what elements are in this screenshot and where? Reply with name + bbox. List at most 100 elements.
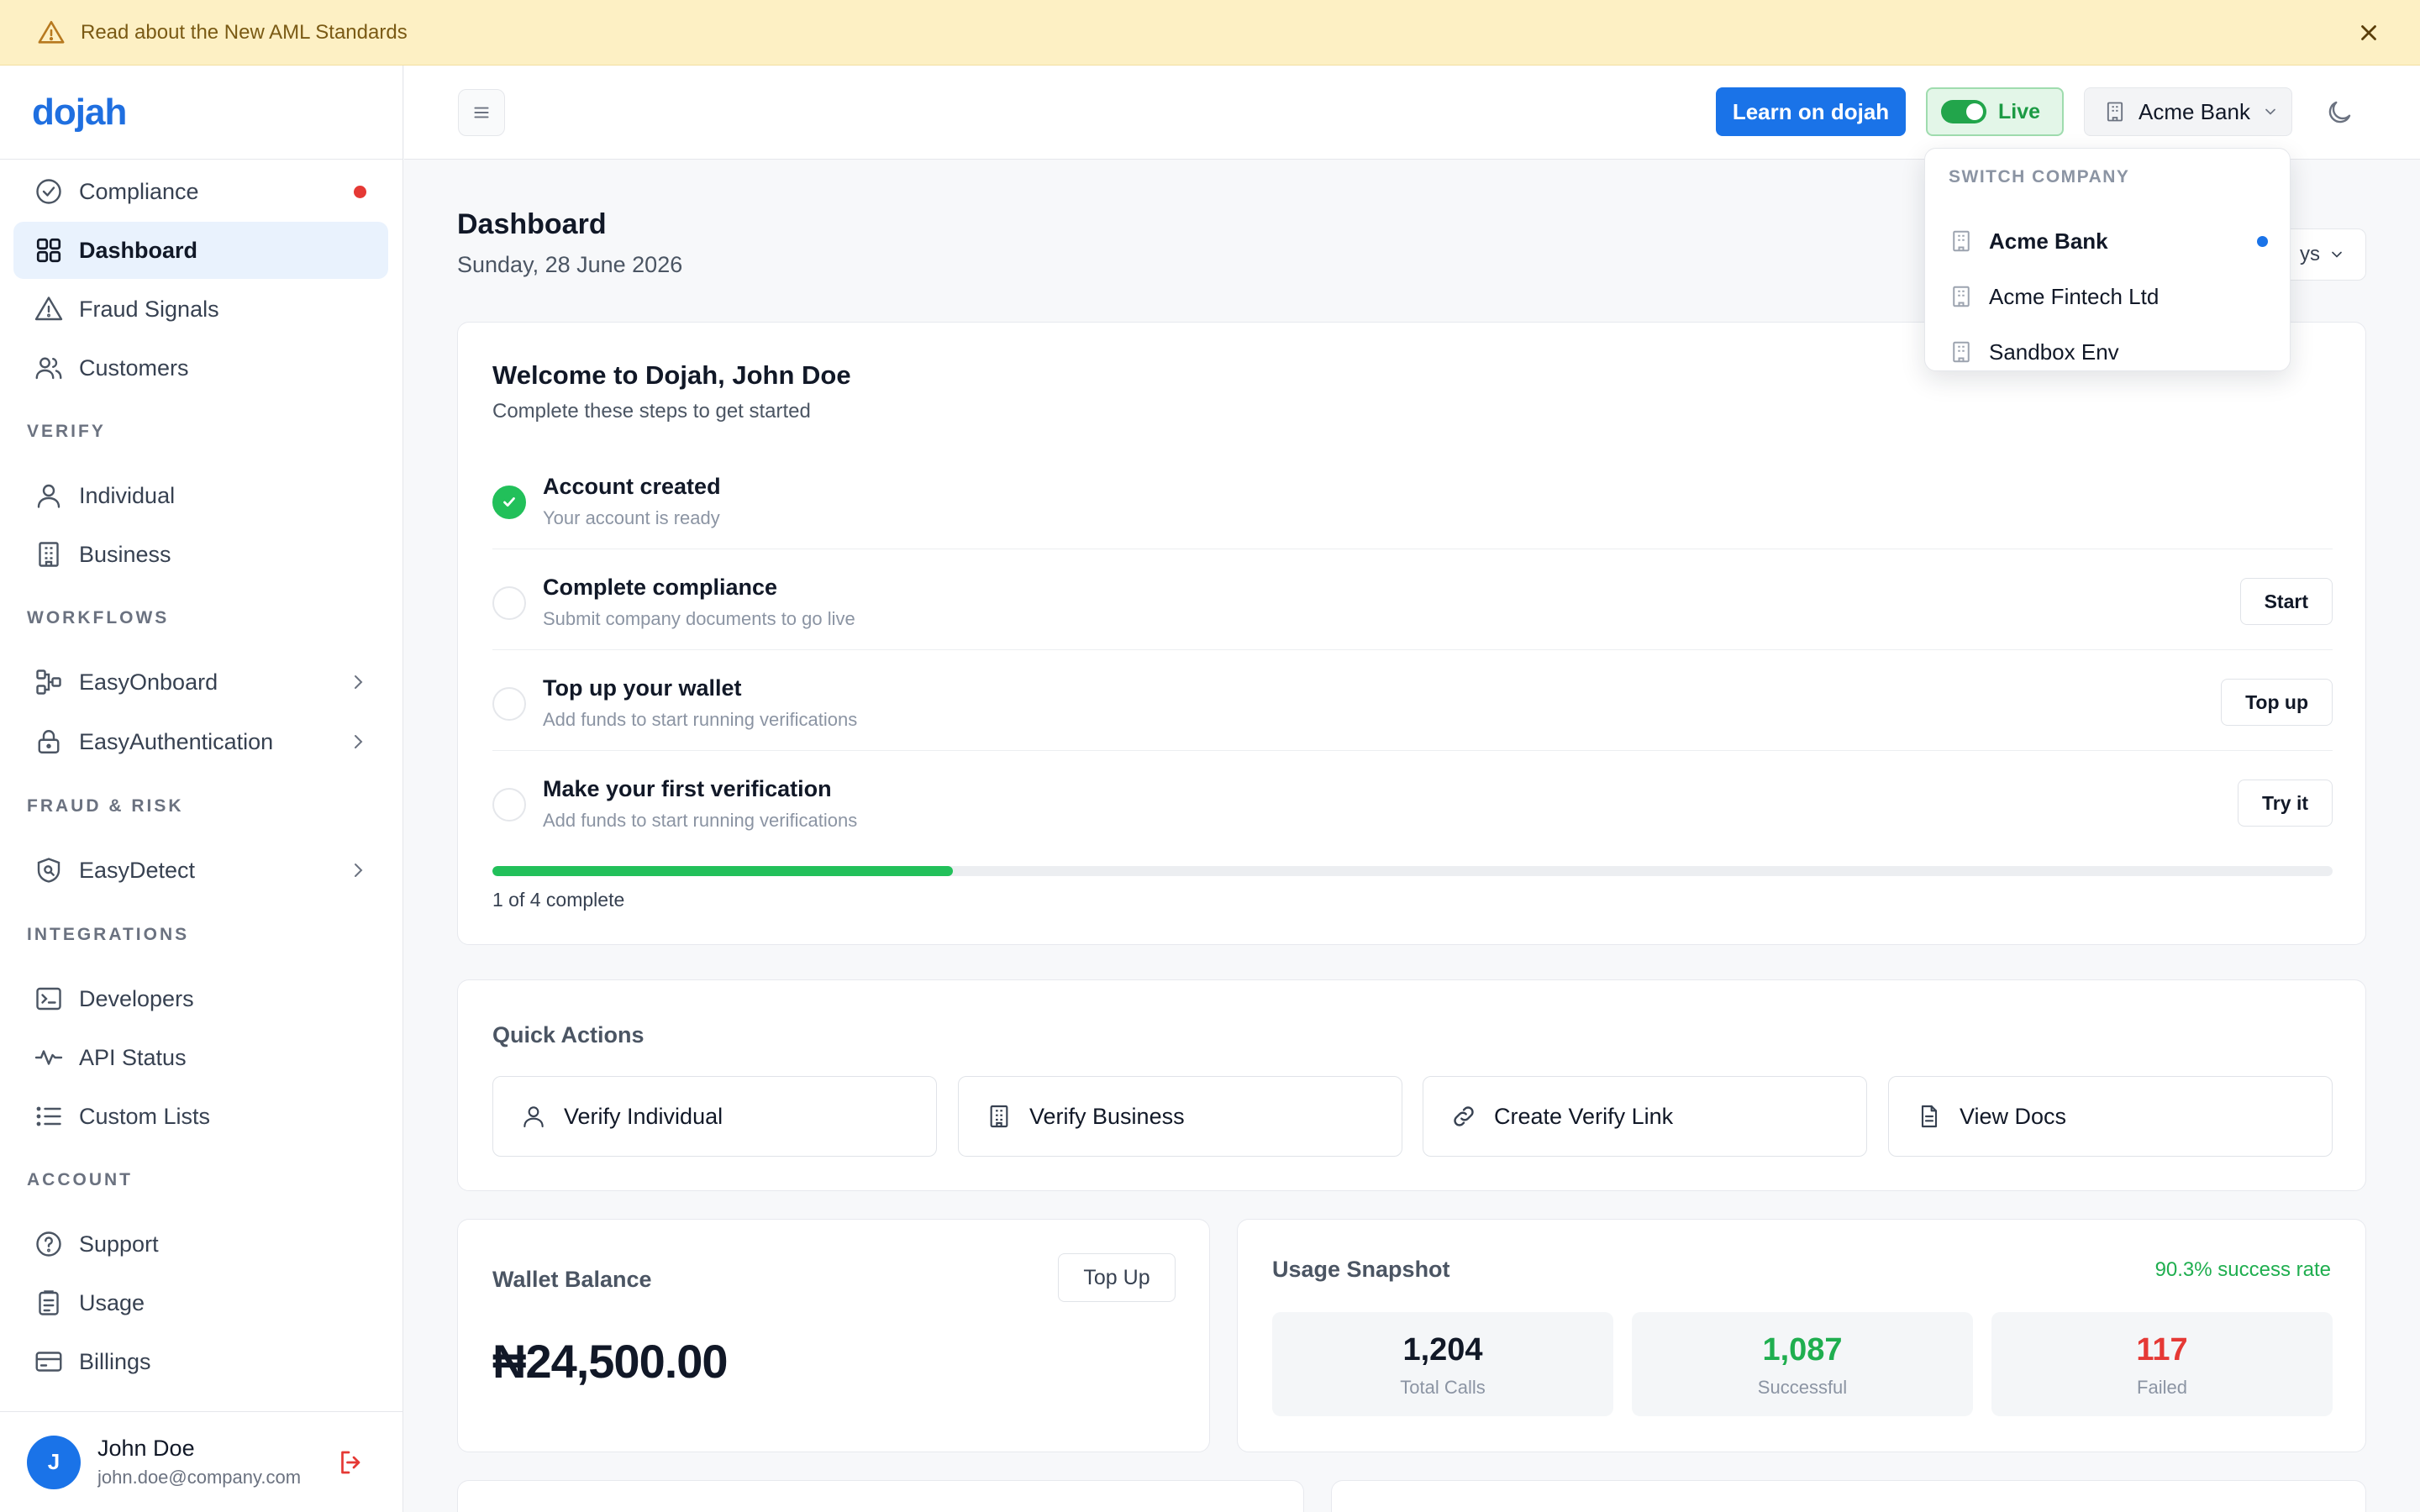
sidebar-item-business[interactable]: Business [13, 526, 388, 583]
link-icon [1454, 1106, 1474, 1126]
sidebar-item-usage[interactable]: Usage [13, 1274, 388, 1331]
company-option-acme-bank[interactable]: Acme Bank [1949, 218, 2268, 265]
step-description: Add funds to start running verifications [543, 810, 858, 831]
view-docs-button[interactable]: View Docs [1888, 1076, 2333, 1157]
stat-value: 117 [2136, 1332, 2188, 1368]
building-icon [1953, 230, 1970, 252]
step-description: Your account is ready [543, 507, 720, 528]
onboarding-step: Make your first verification Add funds t… [492, 751, 2333, 852]
quick-action-label: Verify Individual [564, 1103, 723, 1129]
warning-icon [38, 20, 65, 44]
progress-label: 1 of 4 complete [492, 889, 625, 911]
welcome-subtitle: Complete these steps to get started [492, 400, 811, 423]
top-up-wallet-button[interactable]: Top up [2221, 679, 2333, 726]
onboarding-card: Welcome to Dojah, John Doe Complete thes… [457, 322, 2366, 945]
section-label-fraud-risk: FRAUD & RISK [27, 796, 184, 816]
section-label-verify: VERIFY [27, 422, 106, 441]
welcome-title: Welcome to Dojah, John Doe [492, 360, 851, 390]
toggle-switch [1941, 100, 1986, 123]
step-status-icon [492, 687, 526, 721]
company-switcher-button[interactable]: Acme Bank [2084, 87, 2292, 136]
shield-search-icon [37, 858, 60, 883]
topbar: Learn on dojah Live Acme Bank [404, 66, 2420, 160]
date-range-label: ys [2300, 243, 2320, 265]
company-option-sandbox[interactable]: Sandbox Env [1949, 328, 2268, 375]
try-verification-button[interactable]: Try it [2238, 780, 2333, 827]
building-icon [39, 542, 59, 567]
avatar: J [27, 1435, 81, 1489]
step-title: Top up your wallet [543, 675, 742, 701]
start-compliance-button[interactable]: Start [2239, 578, 2333, 625]
menu-toggle-button[interactable] [458, 89, 505, 136]
stat-label: Total Calls [1400, 1377, 1486, 1398]
sidebar-item-label: Customers [79, 354, 189, 381]
sidebar-item-easyonboard[interactable]: EasyOnboard [13, 654, 388, 711]
wallet-title: Wallet Balance [492, 1267, 652, 1292]
stat-failed: 117 Failed [1991, 1312, 2333, 1416]
sidebar-item-label: Billings [79, 1348, 151, 1374]
sidebar-item-label: Support [79, 1231, 159, 1257]
sidebar-item-custom-lists[interactable]: Custom Lists [13, 1088, 388, 1145]
verify-business-button[interactable]: Verify Business [958, 1076, 1402, 1157]
quick-action-label: Verify Business [1029, 1103, 1185, 1129]
sidebar-item-support[interactable]: Support [13, 1215, 388, 1273]
quick-action-label: View Docs [1960, 1103, 2067, 1129]
user-icon [37, 484, 60, 508]
company-option-label: Acme Bank [1989, 228, 2108, 254]
notification-dot [354, 186, 366, 198]
stat-successful: 1,087 Successful [1632, 1312, 1973, 1416]
stat-label: Successful [1757, 1377, 1848, 1398]
section-label-account: ACCOUNT [27, 1170, 133, 1189]
sidebar-item-billings[interactable]: Billings [13, 1333, 388, 1390]
step-title: Account created [543, 474, 721, 499]
stat-value: 1,087 [1762, 1332, 1843, 1368]
logo[interactable]: dojah [32, 92, 127, 134]
user-profile[interactable]: J John Doe john.doe@company.com [0, 1411, 403, 1512]
step-status-icon [492, 486, 526, 519]
page-title: Dashboard [457, 208, 607, 240]
company-switcher-dropdown: SWITCH COMPANY Acme Bank Acme Fintech Lt… [1924, 148, 2291, 371]
live-mode-toggle[interactable]: Live [1926, 87, 2064, 136]
create-verify-link-button[interactable]: Create Verify Link [1423, 1076, 1867, 1157]
logo-area: dojah [0, 66, 402, 160]
building-icon [1953, 341, 1970, 363]
sidebar-item-individual[interactable]: Individual [13, 467, 388, 524]
lower-card-right [1331, 1480, 2366, 1512]
chevron-down-icon [2332, 251, 2342, 258]
stat-total-calls: 1,204 Total Calls [1272, 1312, 1613, 1416]
learn-on-dojah-button[interactable]: Learn on dojah [1716, 87, 1906, 136]
step-title: Complete compliance [543, 575, 778, 600]
sidebar-item-label: Custom Lists [79, 1103, 211, 1129]
sidebar-item-label: API Status [79, 1044, 187, 1070]
sidebar: dojah Compliance Dashboard Fraud Signals… [0, 66, 403, 1512]
close-icon[interactable] [2356, 20, 2381, 45]
logout-icon[interactable] [336, 1447, 366, 1478]
clipboard-icon [39, 1290, 59, 1315]
sidebar-item-customers[interactable]: Customers [13, 339, 388, 396]
sidebar-item-easydetect[interactable]: EasyDetect [13, 842, 388, 899]
verify-individual-button[interactable]: Verify Individual [492, 1076, 937, 1157]
company-option-acme-fintech[interactable]: Acme Fintech Ltd [1949, 273, 2268, 320]
banner-link[interactable]: Read about the New AML Standards [81, 21, 408, 45]
workflow-icon [36, 669, 61, 695]
step-title: Make your first verification [543, 776, 832, 801]
user-icon [523, 1106, 544, 1128]
sidebar-item-dashboard[interactable]: Dashboard [13, 222, 388, 279]
moon-icon[interactable] [2324, 97, 2354, 128]
usage-title: Usage Snapshot [1272, 1257, 1450, 1282]
users-icon [35, 357, 62, 380]
wallet-amount: ₦24,500.00 [492, 1335, 729, 1388]
sidebar-item-label: EasyDetect [79, 857, 196, 883]
sidebar-item-developers[interactable]: Developers [13, 970, 388, 1027]
sidebar-item-easyauthentication[interactable]: EasyAuthentication [13, 713, 388, 770]
wallet-top-up-button[interactable]: Top Up [1058, 1253, 1176, 1302]
check-icon [503, 497, 515, 507]
sidebar-item-compliance[interactable]: Compliance [13, 163, 388, 220]
list-icon [36, 1106, 61, 1126]
alert-triangle-icon [34, 297, 63, 321]
sidebar-item-label: Individual [79, 482, 176, 508]
sidebar-item-api-status[interactable]: API Status [13, 1029, 388, 1086]
sidebar-item-fraud-signals[interactable]: Fraud Signals [13, 281, 388, 338]
step-status-icon [492, 586, 526, 620]
help-circle-icon [36, 1231, 61, 1257]
